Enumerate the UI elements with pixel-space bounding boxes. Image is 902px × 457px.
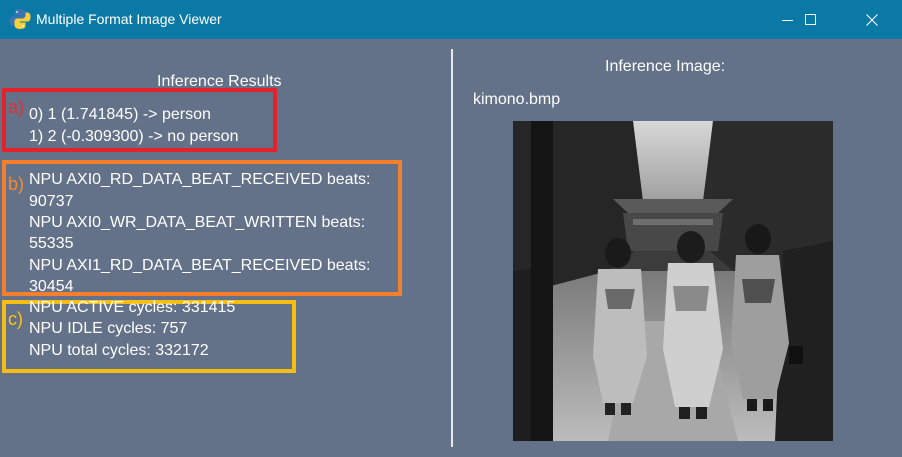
npu-beats-line: NPU AXI1_RD_DATA_BEAT_RECEIVED beats: xyxy=(29,257,371,274)
annotation-label-b: b) xyxy=(8,174,25,194)
annotation-label-c: c) xyxy=(8,309,23,329)
npu-cycles-line: NPU ACTIVE cycles: 331415 xyxy=(29,299,236,316)
close-icon xyxy=(866,14,878,26)
npu-cycles-line: NPU total cycles: 332172 xyxy=(29,342,209,359)
title-bar[interactable]: Multiple Format Image Viewer xyxy=(0,0,902,39)
npu-beats-line: NPU AXI0_WR_DATA_BEAT_WRITTEN beats: xyxy=(29,214,366,231)
close-button[interactable] xyxy=(849,0,895,39)
kimono-street-photo xyxy=(513,121,833,441)
npu-cycles-line: NPU IDLE cycles: 757 xyxy=(29,320,188,337)
inference-image xyxy=(513,121,833,441)
maximize-button[interactable] xyxy=(788,0,834,39)
npu-beats-line: NPU AXI0_RD_DATA_BEAT_RECEIVED beats: xyxy=(29,171,371,188)
maximize-icon xyxy=(805,14,816,25)
classification-result: 0) 1 (1.741845) -> person xyxy=(29,106,211,123)
client-area: Inference Results a) b) c) 0) 1 (1.74184… xyxy=(0,39,902,457)
annotation-label-a: a) xyxy=(8,97,25,117)
panel-divider xyxy=(451,49,453,447)
window-title: Multiple Format Image Viewer xyxy=(36,11,222,27)
inference-image-heading: Inference Image: xyxy=(605,58,726,75)
npu-beats-value: 30454 xyxy=(29,278,74,295)
python-icon xyxy=(9,9,31,29)
npu-beats-value: 55335 xyxy=(29,235,74,252)
classification-result: 1) 2 (-0.309300) -> no person xyxy=(29,128,239,145)
image-file-name: kimono.bmp xyxy=(473,91,561,108)
npu-beats-value: 90737 xyxy=(29,193,74,210)
